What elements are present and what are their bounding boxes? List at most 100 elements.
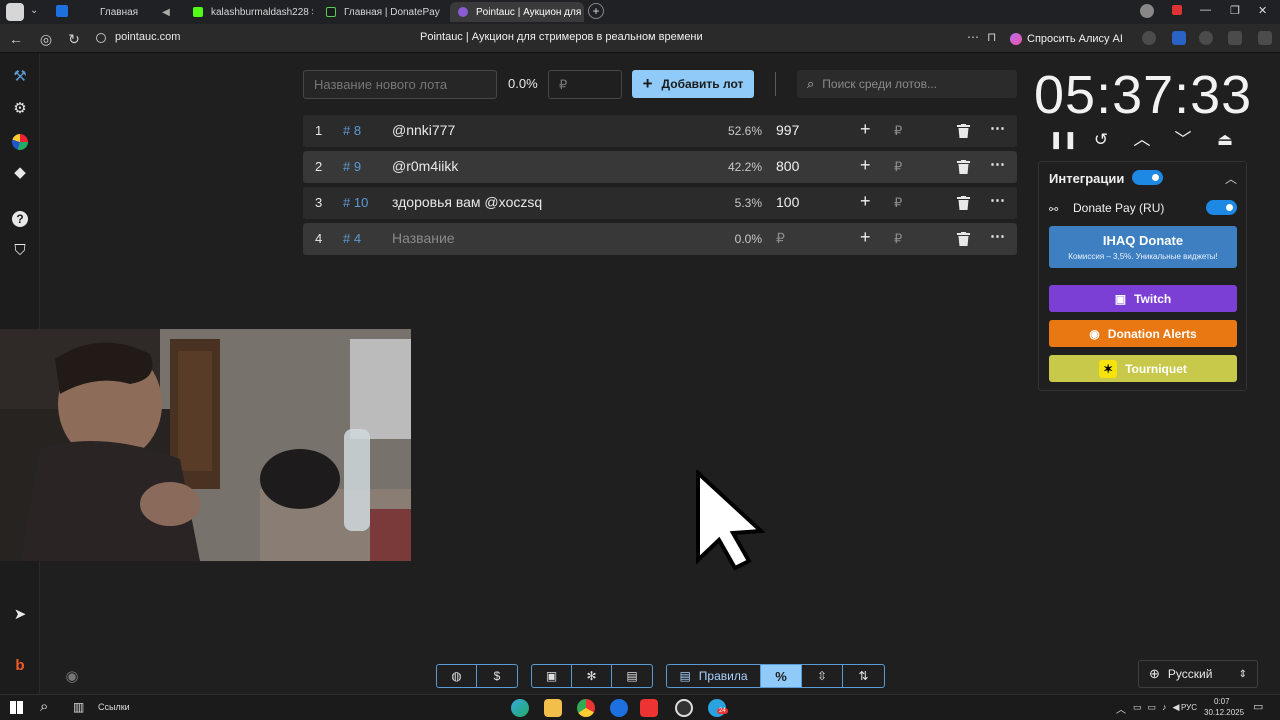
add-amount-icon[interactable]: + (860, 227, 871, 248)
more-options-icon[interactable]: ⋯ (990, 191, 1005, 209)
ihaq-donate-button[interactable]: IHAQ Donate Комиссия – 3,5%. Уникальные … (1049, 226, 1237, 268)
edge-icon[interactable] (511, 699, 529, 717)
lot-amount[interactable]: 997 (776, 122, 799, 138)
github-icon[interactable]: ◍ (437, 665, 477, 687)
gavel-icon[interactable]: ⚒ (10, 67, 30, 87)
help-icon[interactable]: ? (10, 209, 30, 229)
media-icon[interactable] (1199, 31, 1213, 45)
trash-icon[interactable] (957, 232, 970, 246)
save-icon[interactable]: ▣ (532, 665, 572, 687)
lot-add-input[interactable]: ₽ (894, 231, 902, 247)
tourniquet-button[interactable]: ✶ Tourniquet (1049, 355, 1237, 382)
input-language-indicator[interactable]: РУС (1181, 703, 1197, 712)
lot-row[interactable]: 2 # 9 @r0m4iikk 42.2% 800 + ₽ ⋯ (303, 151, 1017, 183)
bug-icon[interactable]: ✻ (572, 665, 612, 687)
tray-icons[interactable]: ▭▭♪◀ (1133, 702, 1185, 713)
timer-eject-icon[interactable]: ⏏ (1214, 130, 1236, 150)
add-amount-icon[interactable]: + (860, 191, 871, 212)
tab-donatepay[interactable]: Главная | DonatePay (318, 2, 446, 22)
windows-start-icon[interactable] (10, 701, 23, 714)
more-menu-icon[interactable]: ⋯ (967, 30, 979, 44)
new-lot-amount-input[interactable]: ₽ (548, 70, 622, 99)
tab-pointauc[interactable]: Pointauc | Аукцион для ✕ (450, 2, 584, 22)
tab-audio-icon[interactable]: ◀ (162, 7, 170, 18)
downloads-icon[interactable] (1258, 31, 1272, 45)
restore-window-icon[interactable]: ❐ (1230, 4, 1240, 17)
translate-icon[interactable] (1142, 31, 1156, 45)
lot-amount[interactable]: 800 (776, 158, 799, 174)
lot-add-input[interactable]: ₽ (894, 195, 902, 211)
increase-time-icon[interactable]: ︿ (1131, 130, 1153, 150)
lot-amount[interactable]: ₽ (776, 230, 785, 247)
more-options-icon[interactable]: ⋯ (990, 119, 1005, 137)
lot-name[interactable]: здоровья вам @xoczsq (392, 194, 542, 210)
browser-app-icon[interactable] (56, 5, 68, 17)
url-field[interactable]: pointauc.com (115, 31, 180, 43)
show-hidden-icons-icon[interactable]: ︿ (1116, 701, 1126, 716)
minimize-window-icon[interactable]: — (1200, 4, 1211, 16)
lot-row[interactable]: 4 # 4 Название 0.0% ₽ + ₽ ⋯ (303, 223, 1017, 255)
notification-center-icon[interactable]: ▭ (1253, 700, 1263, 713)
extension-icon[interactable] (1172, 31, 1186, 45)
clear-list-icon[interactable]: ▤ (612, 665, 652, 687)
clock-date[interactable]: 30.12.2025 (1204, 708, 1244, 717)
tab-list-chevron-icon[interactable]: ⌄ (30, 5, 38, 16)
search-taskbar-icon[interactable]: ⌕ (40, 698, 48, 715)
yandex-browser-icon[interactable] (640, 699, 658, 717)
back-arrow-icon[interactable]: ← (6, 29, 26, 49)
layers-icon[interactable]: ◆ (10, 163, 30, 183)
telegram-icon[interactable]: ➤ (10, 605, 30, 625)
clock-time[interactable]: 0:07 (1214, 697, 1230, 706)
lot-add-input[interactable]: ₽ (894, 159, 902, 175)
decrease-time-icon[interactable]: ﹀ (1172, 130, 1194, 150)
collections-icon[interactable] (1228, 31, 1242, 45)
lot-amount[interactable]: 100 (776, 194, 799, 210)
collapse-chevron-icon[interactable]: ︿ (1225, 170, 1237, 187)
donate-dollar-icon[interactable]: $ (477, 665, 517, 687)
reset-timer-icon[interactable]: ↺ (1090, 130, 1112, 150)
browser-mute-tab-icon[interactable] (6, 3, 24, 21)
eye-icon[interactable]: ◉ (62, 667, 82, 687)
bookmark-icon[interactable]: ⊓ (987, 30, 996, 44)
add-amount-icon[interactable]: + (860, 119, 871, 140)
add-amount-icon[interactable]: + (860, 155, 871, 176)
tab-kalash[interactable]: kalashburmaldash228 Stre (185, 2, 313, 22)
lot-add-input[interactable]: ₽ (894, 123, 902, 139)
lot-name[interactable]: Название (392, 230, 455, 246)
file-explorer-icon[interactable] (544, 699, 562, 717)
new-tab-icon[interactable]: + (588, 3, 604, 19)
shield-icon[interactable]: ⛉ (10, 241, 30, 261)
trash-icon[interactable] (957, 160, 970, 174)
percent-toggle[interactable]: % (761, 665, 802, 687)
donation-alerts-button[interactable]: ◉ Donation Alerts (1049, 320, 1237, 347)
lot-search-input[interactable]: ⌕ Поиск среди лотов... (797, 70, 1017, 98)
language-select[interactable]: ⊕ Русский ⇕ (1138, 660, 1258, 688)
donatepay-toggle[interactable] (1206, 200, 1237, 215)
twitch-button[interactable]: ▣ Twitch (1049, 285, 1237, 312)
ask-alice-button[interactable]: Спросить Алису AI (1010, 29, 1123, 48)
add-lot-button[interactable]: + Добавить лот (632, 70, 754, 98)
site-info-icon[interactable] (96, 33, 106, 43)
rules-button[interactable]: ▤ Правила (667, 665, 761, 687)
tab-home[interactable]: Главная ◀ (92, 2, 182, 22)
pause-icon[interactable]: ❚❚ (1049, 130, 1078, 150)
integrations-toggle[interactable] (1132, 170, 1163, 185)
protect-icon[interactable]: ◎ (36, 29, 56, 49)
profile-avatar[interactable] (1140, 4, 1154, 18)
lot-name[interactable]: @r0m4iikk (392, 158, 458, 174)
taskbar-app-icon[interactable] (610, 699, 628, 717)
more-options-icon[interactable]: ⋯ (990, 155, 1005, 173)
obs-icon[interactable] (675, 699, 693, 717)
new-lot-name-input[interactable]: Название нового лота (303, 70, 497, 99)
sort-icon[interactable]: ⇅ (843, 665, 884, 687)
trash-icon[interactable] (957, 124, 970, 138)
boosty-icon[interactable]: b (10, 656, 30, 676)
links-toolbar-label[interactable]: Ссылки (98, 702, 130, 712)
lot-name[interactable]: @nnki777 (392, 122, 455, 138)
task-view-icon[interactable]: ▥ (73, 700, 84, 714)
reload-icon[interactable]: ↻ (64, 29, 84, 49)
close-window-icon[interactable]: ✕ (1258, 4, 1267, 17)
notifications-icon[interactable] (1172, 5, 1182, 15)
lot-row[interactable]: 3 # 10 здоровья вам @xoczsq 5.3% 100 + ₽… (303, 187, 1017, 219)
chrome-icon[interactable] (577, 699, 595, 717)
